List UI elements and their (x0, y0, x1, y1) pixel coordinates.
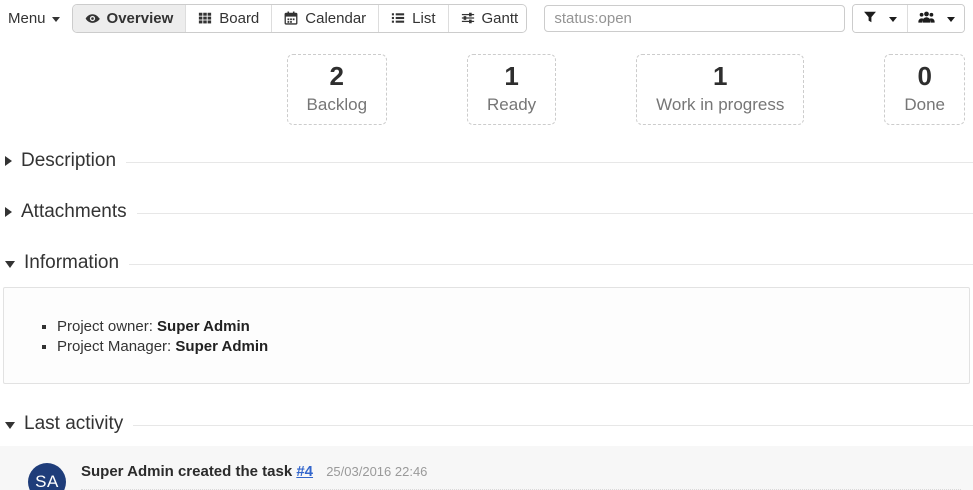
menu-dropdown[interactable]: Menu (8, 10, 60, 27)
section-title: Attachments (21, 201, 127, 223)
card-count: 0 (904, 62, 945, 92)
task-link[interactable]: #4 (296, 463, 313, 480)
tab-label: List (412, 10, 435, 27)
avatar: SA (28, 463, 66, 490)
filter-funnel-icon (863, 10, 877, 27)
list-icon (391, 11, 405, 25)
tab-overview[interactable]: Overview (73, 5, 186, 32)
sliders-icon (461, 11, 475, 25)
users-dropdown-button[interactable] (907, 5, 965, 32)
tab-list[interactable]: List (378, 5, 447, 32)
users-icon (918, 10, 935, 27)
divider (133, 425, 973, 426)
calendar-icon (284, 11, 298, 25)
tab-board[interactable]: Board (185, 5, 271, 32)
tab-calendar[interactable]: Calendar (271, 5, 378, 32)
eye-icon (85, 11, 100, 26)
triangle-down-icon (5, 422, 15, 429)
view-switcher: Overview Board Calendar List Gantt (72, 4, 528, 33)
summary-card-ready[interactable]: 1 Ready (467, 54, 556, 125)
event-title: Super Admin created the task (81, 463, 292, 480)
tab-label: Gantt (482, 10, 519, 27)
section-title: Information (24, 252, 119, 274)
information-panel: Project owner: Super Admin Project Manag… (3, 287, 970, 384)
chevron-down-icon (889, 17, 897, 22)
section-header-last-activity[interactable]: Last activity (0, 413, 973, 435)
tab-gantt[interactable]: Gantt (448, 5, 528, 32)
section-header-attachments[interactable]: Attachments (0, 201, 973, 223)
section-title: Description (21, 150, 116, 172)
section-header-information[interactable]: Information (0, 252, 973, 274)
summary-card-work-in-progress[interactable]: 1 Work in progress (636, 54, 804, 125)
info-value: Super Admin (157, 318, 250, 335)
filter-dropdown-button[interactable] (853, 5, 907, 32)
event-body: Super Admin created the task #4 25/03/20… (81, 463, 961, 490)
summary-card-done[interactable]: 0 Done (884, 54, 965, 125)
event-title-row: Super Admin created the task #4 25/03/20… (81, 463, 961, 490)
summary-card-backlog[interactable]: 2 Backlog (287, 54, 387, 125)
info-label: Project owner: (57, 318, 153, 335)
triangle-down-icon (5, 261, 15, 268)
card-count: 1 (487, 62, 536, 92)
tab-label: Board (219, 10, 259, 27)
card-label: Done (904, 95, 945, 115)
triangle-right-icon (5, 156, 12, 166)
event-timestamp: 25/03/2016 22:46 (326, 464, 427, 479)
info-value: Super Admin (175, 338, 268, 355)
menu-label: Menu (8, 10, 46, 27)
activity-event: SA Super Admin created the task #4 25/03… (0, 446, 973, 490)
information-list: Project owner: Super Admin Project Manag… (24, 318, 949, 355)
info-label: Project Manager: (57, 338, 171, 355)
section-title: Last activity (24, 413, 123, 435)
divider (129, 264, 973, 265)
triangle-right-icon (5, 207, 12, 217)
divider (126, 162, 973, 163)
search-input[interactable] (544, 5, 845, 32)
summary-row: 2 Backlog 1 Ready 1 Work in progress 0 D… (0, 54, 973, 125)
section-header-description[interactable]: Description (0, 150, 973, 172)
tab-label: Calendar (305, 10, 366, 27)
card-label: Work in progress (656, 95, 784, 115)
board-grid-icon (198, 11, 212, 25)
card-count: 2 (307, 62, 367, 92)
divider (137, 213, 973, 214)
filter-button-group (852, 4, 965, 33)
card-label: Ready (487, 95, 536, 115)
list-item: Project Manager: Super Admin (57, 338, 949, 355)
toolbar: Menu Overview Board Calendar List Gantt (0, 0, 973, 35)
card-label: Backlog (307, 95, 367, 115)
card-count: 1 (656, 62, 784, 92)
tab-label: Overview (107, 10, 174, 27)
chevron-down-icon (947, 17, 955, 22)
chevron-down-icon (52, 17, 60, 22)
list-item: Project owner: Super Admin (57, 318, 949, 335)
